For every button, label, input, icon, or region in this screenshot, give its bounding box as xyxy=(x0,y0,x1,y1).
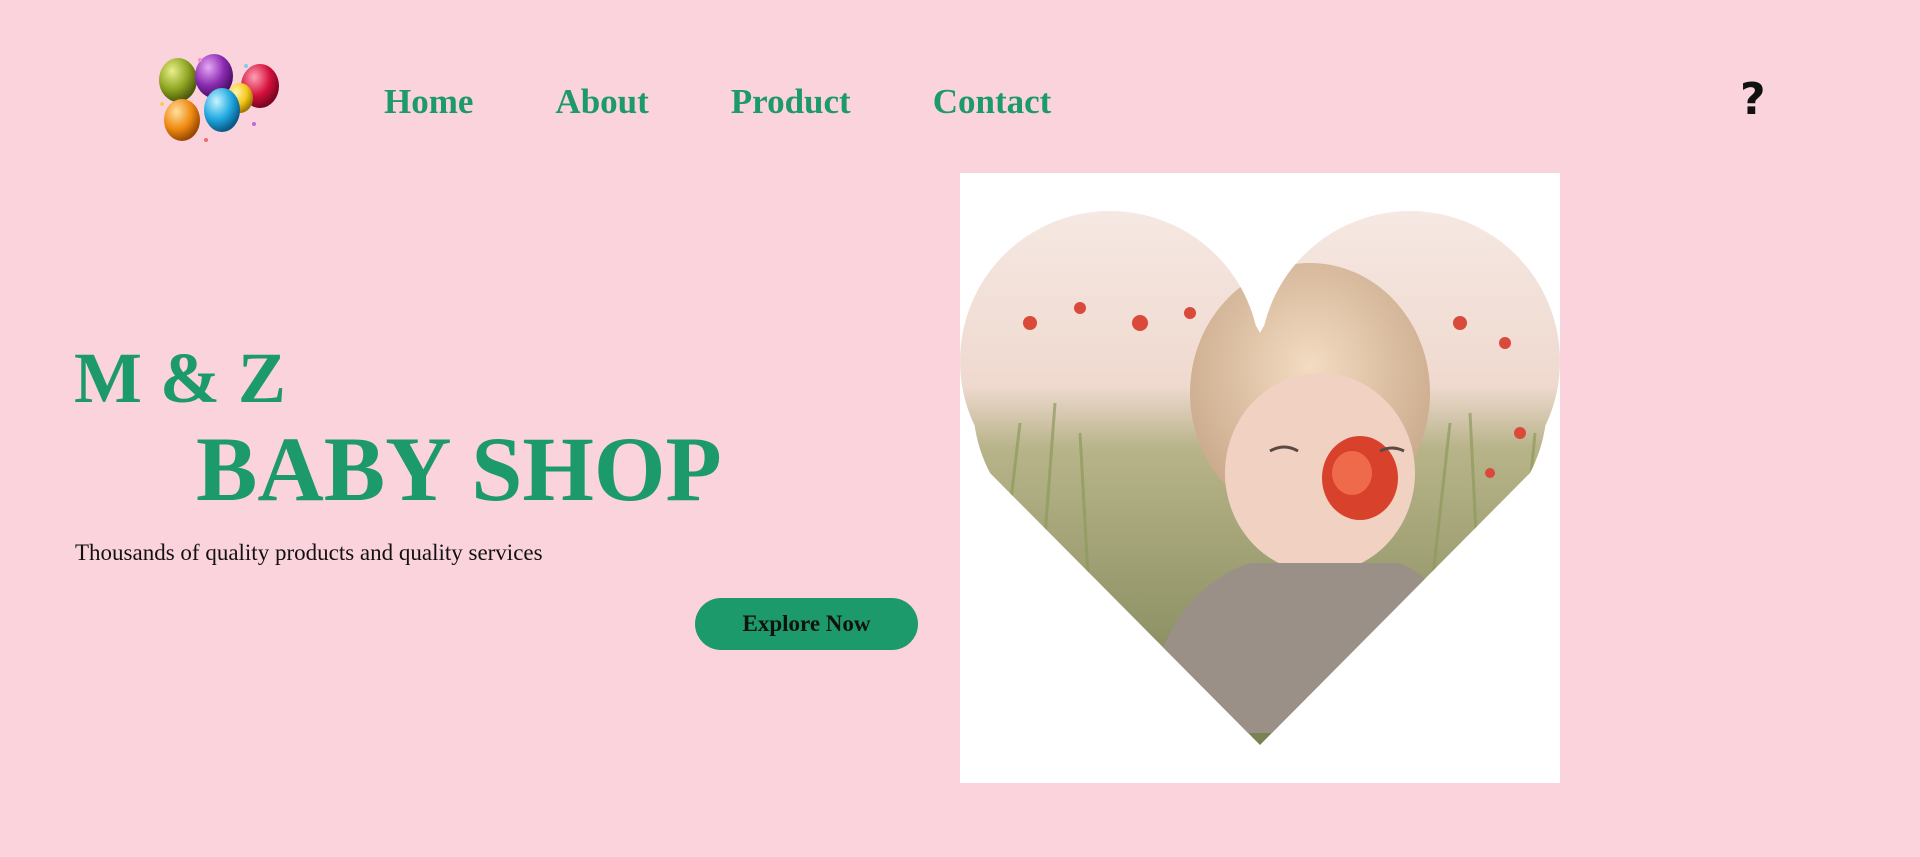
nav-home-link[interactable]: Home xyxy=(384,78,473,126)
nav-contact-link[interactable]: Contact xyxy=(933,78,1052,126)
brand-name: M & Z xyxy=(74,338,286,418)
explore-now-button[interactable]: Explore Now xyxy=(695,598,918,650)
heart-photo-image xyxy=(960,211,1560,745)
page: Home About Product Contact ? M & Z BABY … xyxy=(0,0,1920,857)
tagline: Thousands of quality products and qualit… xyxy=(75,540,543,565)
main-nav: Home About Product Contact xyxy=(384,78,1133,126)
hero-image-frame xyxy=(960,173,1560,783)
balloons-logo-icon[interactable] xyxy=(150,52,290,148)
nav-product-link[interactable]: Product xyxy=(731,78,851,126)
brand-title: BABY SHOP xyxy=(196,418,722,520)
nav-about-link[interactable]: About xyxy=(555,78,648,126)
question-mark-icon[interactable]: ? xyxy=(1740,72,1766,128)
